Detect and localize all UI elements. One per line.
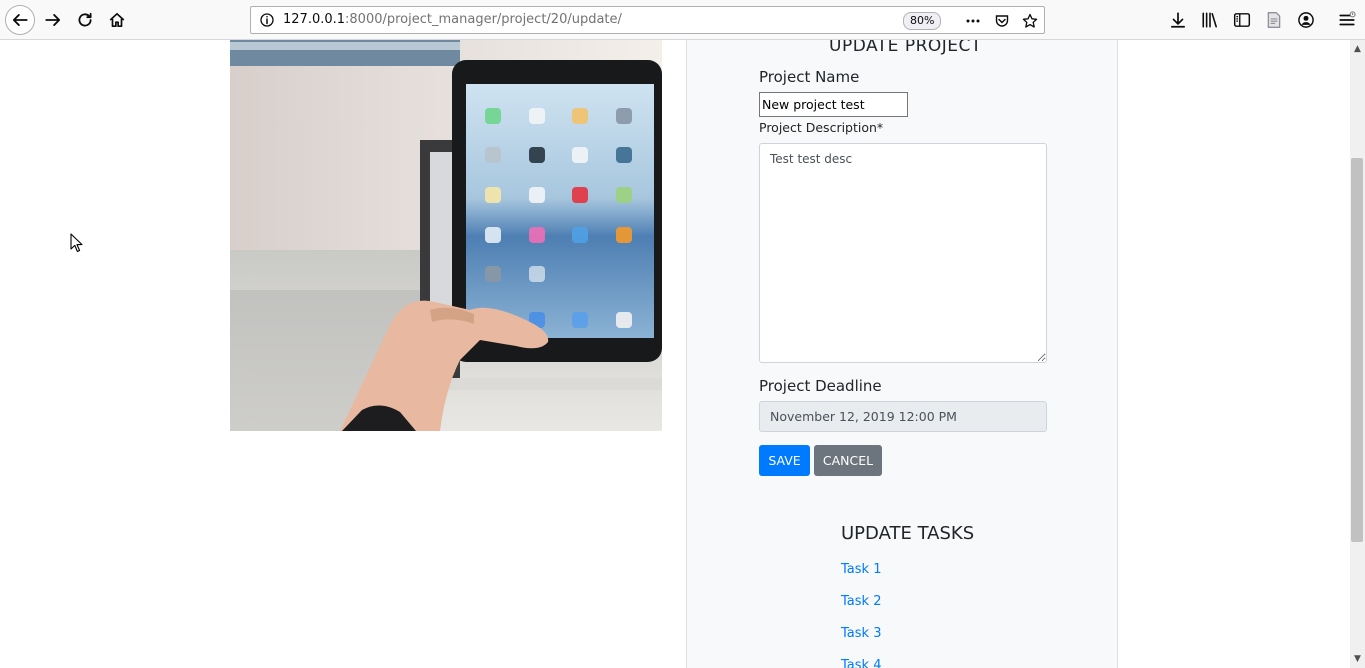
scroll-up-arrow-icon[interactable]: ▲ — [1350, 42, 1365, 56]
more-dots-icon[interactable] — [963, 11, 983, 31]
library-icon[interactable] — [1196, 6, 1224, 34]
info-icon[interactable] — [259, 12, 275, 28]
save-button[interactable]: SAVE — [759, 445, 810, 476]
hamburger-menu-icon[interactable] — [1333, 6, 1361, 34]
project-name-input[interactable] — [759, 92, 908, 117]
star-icon[interactable] — [1020, 11, 1040, 31]
project-deadline-label: Project Deadline — [759, 377, 882, 395]
update-tasks-heading: UPDATE TASKS — [841, 523, 975, 544]
scroll-down-arrow-icon[interactable]: ▼ — [1350, 652, 1365, 666]
task-link[interactable]: Task 3 — [841, 626, 881, 641]
zoom-level-badge[interactable]: 80% — [903, 12, 942, 30]
url-host: 127.0.0.1 — [283, 12, 346, 27]
tablet-photo-illustration — [230, 40, 662, 431]
task-link[interactable]: Task 4 — [841, 658, 881, 668]
forward-arrow-icon[interactable] — [39, 6, 67, 34]
task-link[interactable]: Task 2 — [841, 594, 881, 609]
home-icon[interactable] — [103, 6, 131, 34]
url-text[interactable]: 127.0.0.1:8000/project_manager/project/2… — [283, 12, 622, 27]
project-deadline-input[interactable]: November 12, 2019 12:00 PM — [759, 401, 1047, 432]
back-arrow-icon[interactable] — [5, 5, 35, 35]
task-link[interactable]: Task 1 — [841, 562, 881, 577]
url-path: :8000/project_manager/project/20/update/ — [345, 12, 622, 27]
cancel-button[interactable]: CANCEL — [814, 445, 882, 476]
sidebar-icon[interactable] — [1228, 6, 1256, 34]
reader-view-icon[interactable] — [1260, 6, 1288, 34]
project-description-textarea[interactable]: Test test desc — [759, 143, 1047, 363]
pocket-icon[interactable] — [992, 11, 1012, 31]
browser-toolbar: 127.0.0.1:8000/project_manager/project/2… — [0, 0, 1365, 40]
project-name-label: Project Name — [759, 68, 860, 86]
mouse-cursor-icon — [70, 233, 83, 253]
project-description-label: Project Description* — [759, 120, 884, 135]
url-bar[interactable]: 127.0.0.1:8000/project_manager/project/2… — [250, 6, 1045, 34]
reload-icon[interactable] — [71, 6, 99, 34]
update-project-panel: UPDATE PROJECT Project Name Project Desc… — [686, 40, 1118, 668]
page-title: UPDATE PROJECT — [829, 40, 982, 56]
download-icon[interactable] — [1164, 6, 1192, 34]
page-viewport: UPDATE PROJECT Project Name Project Desc… — [0, 40, 1350, 668]
scrollbar-thumb[interactable] — [1351, 158, 1363, 542]
project-image — [230, 40, 662, 431]
account-icon[interactable] — [1292, 6, 1320, 34]
vertical-scrollbar[interactable]: ▲ ▼ — [1350, 40, 1365, 668]
